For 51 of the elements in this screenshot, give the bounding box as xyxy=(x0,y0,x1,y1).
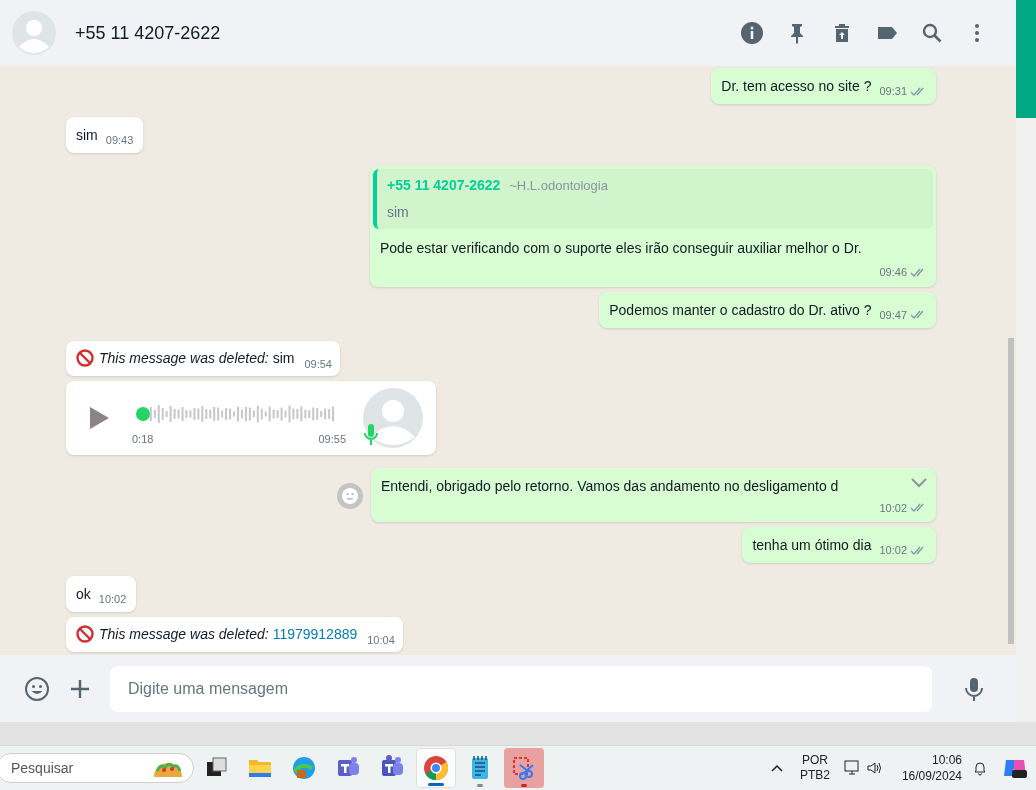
speaker-icon[interactable] xyxy=(865,760,882,776)
deleted-label: This message was deleted: xyxy=(99,348,269,368)
message-input[interactable]: Digite uma mensagem xyxy=(110,665,932,712)
keyboard-layout[interactable]: PTB2 xyxy=(799,768,830,783)
chevron-down-icon[interactable] xyxy=(910,475,928,490)
taskbar-search[interactable]: Pesquisar xyxy=(0,753,194,783)
prohibited-icon xyxy=(76,625,94,643)
quote-name: ~H.L.odontologia xyxy=(509,177,608,195)
clock-date[interactable]: 16/09/2024 xyxy=(901,768,962,784)
browser-wave-icon xyxy=(290,754,318,782)
search-icon[interactable] xyxy=(920,21,944,45)
message-text: Entendi, obrigado pelo retorno. Vamos das andamento no desligamento d xyxy=(381,476,839,496)
playback-thumb[interactable] xyxy=(136,407,151,422)
prohibited-icon xyxy=(76,348,94,367)
voice-duration: 0:18 xyxy=(132,432,154,448)
quote-author: +55 11 4207-2622 xyxy=(387,176,501,195)
message-time: 10:02 xyxy=(879,543,907,558)
quote-text: sim xyxy=(387,203,410,222)
message-time: 09:31 xyxy=(879,84,907,99)
microphone-icon[interactable] xyxy=(962,675,986,702)
message-text: Dr. tem acesso no site ? xyxy=(721,78,872,94)
emoji-icon[interactable] xyxy=(24,675,50,702)
phone-link[interactable]: 11979912889 xyxy=(272,624,358,644)
language-indicator[interactable]: POR xyxy=(801,753,828,768)
microphone-icon xyxy=(364,422,378,447)
message-text: Pode estar verificando com o suporte eles irão conseguir auxiliar melhor o Dr. xyxy=(379,239,863,258)
clock-time[interactable]: 10:06 xyxy=(931,752,962,768)
info-icon[interactable] xyxy=(740,21,764,45)
play-icon[interactable] xyxy=(88,405,110,430)
message-text: sim xyxy=(76,127,98,143)
message-text: Podemos manter o cadastro do Dr. ativo ? xyxy=(609,301,872,318)
message-text: sim xyxy=(272,348,295,368)
message-time: 09:43 xyxy=(105,133,134,148)
message-time: 09:54 xyxy=(304,356,332,372)
message-time: 10:02 xyxy=(879,500,907,516)
deleted-label: This message was deleted: xyxy=(99,625,269,644)
message-text: tenha um ótimo dia xyxy=(752,537,872,553)
message-time: 09:47 xyxy=(879,307,907,323)
network-icon[interactable] xyxy=(843,760,862,776)
scrollbar-thumb[interactable] xyxy=(1008,338,1014,644)
message-time: 10:02 xyxy=(98,592,127,607)
avatar-icon xyxy=(362,386,424,449)
message-text: ok xyxy=(76,586,91,602)
message-time: 09:46 xyxy=(879,265,907,280)
message-time: 10:04 xyxy=(367,633,395,648)
page-scrollbar-thumb[interactable] xyxy=(1016,0,1036,118)
chrome-icon xyxy=(422,754,450,782)
bell-icon[interactable] xyxy=(972,760,988,776)
chevron-up-icon[interactable] xyxy=(769,763,784,773)
message-time: 09:55 xyxy=(318,432,346,448)
contact-name[interactable]: +55 11 4207-2622 xyxy=(75,19,221,47)
